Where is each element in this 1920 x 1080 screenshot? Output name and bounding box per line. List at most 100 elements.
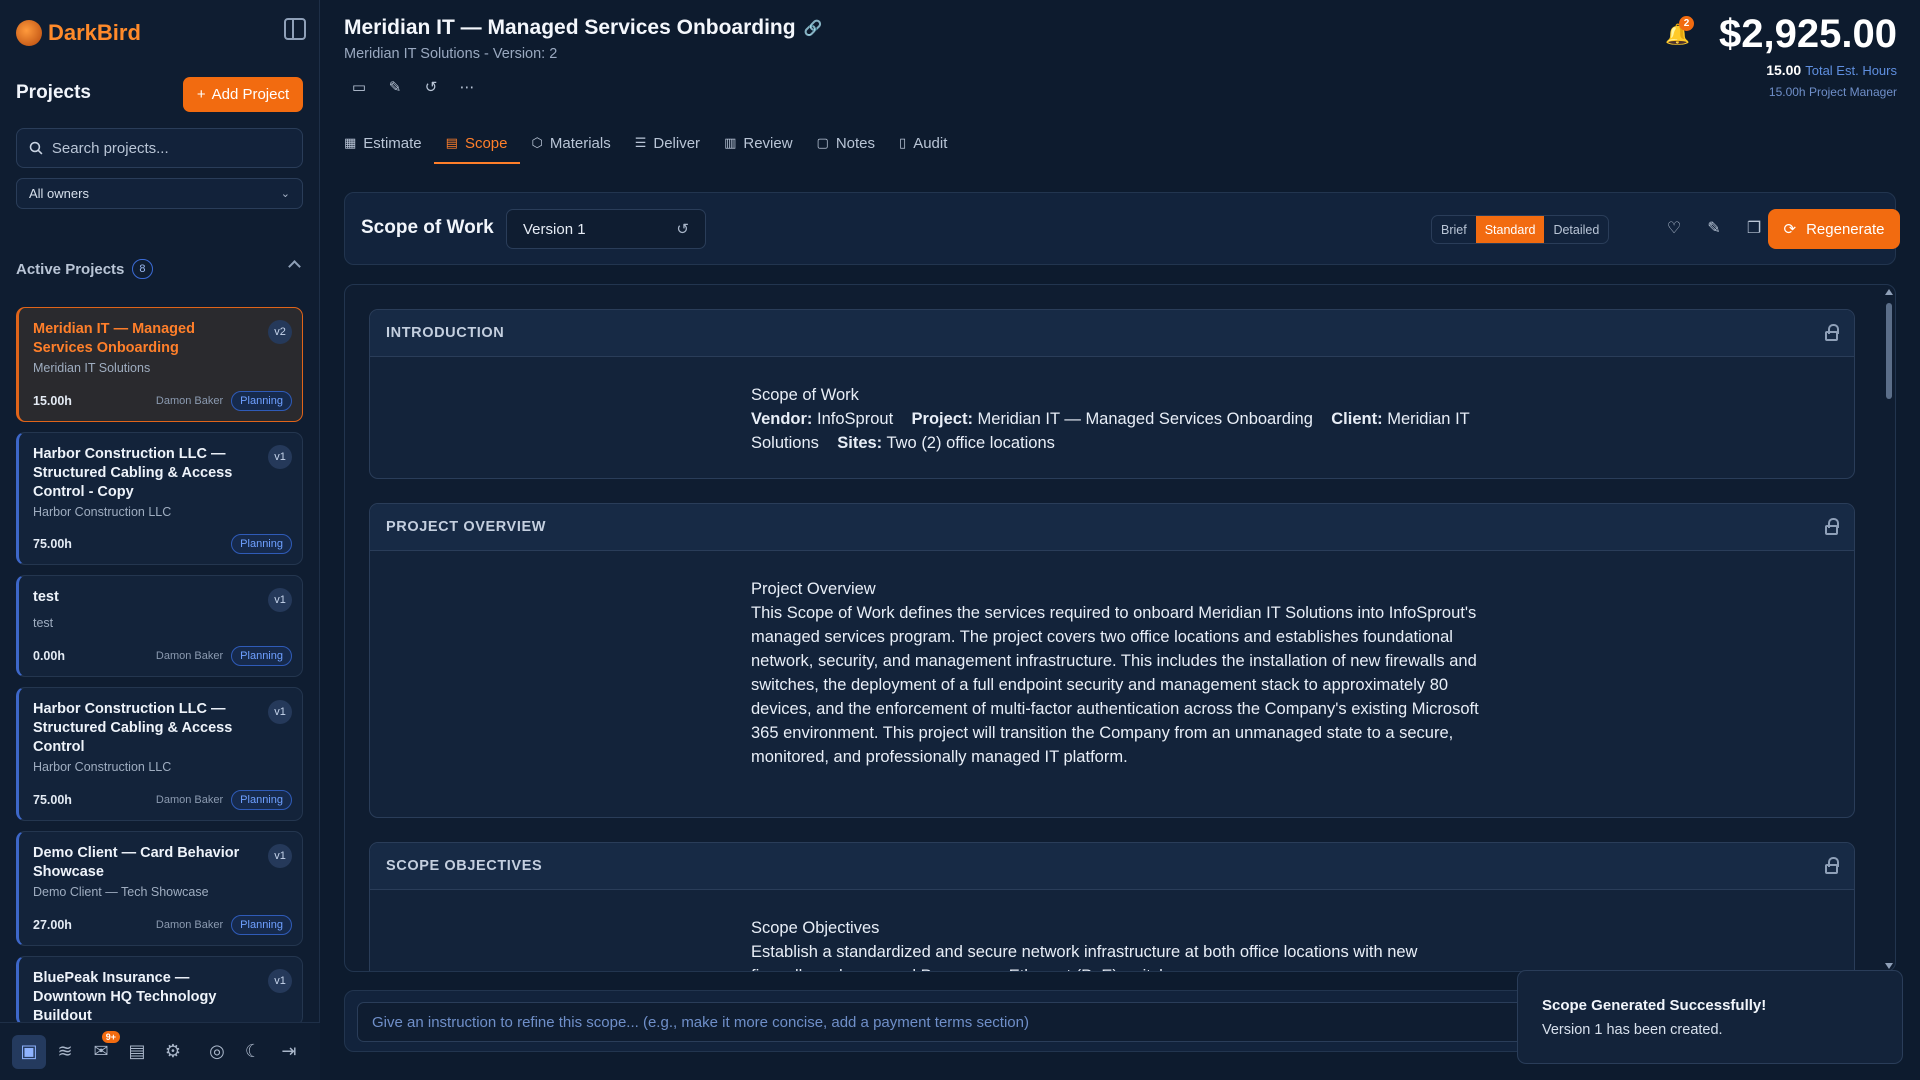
project-card[interactable]: Harbor Construction LLC — Structured Cab… [16,687,303,821]
tab-label: Estimate [363,134,422,152]
scroll-down-arrow-icon[interactable] [1885,963,1893,969]
section-header: INTRODUCTION [370,310,1854,357]
tab-estimate[interactable]: ▦ Estimate [332,124,434,164]
history-icon[interactable]: ↺ [422,78,440,96]
scrollbar[interactable] [1885,289,1893,969]
tab-label: Materials [549,134,611,152]
version-badge: v1 [268,700,292,724]
active-projects-header[interactable]: Active Projects 8 [16,258,303,280]
project-card-client: Demo Client — Tech Showcase [33,885,209,899]
analytics-icon[interactable]: ▤ [120,1035,154,1069]
lock-icon[interactable] [1825,324,1839,341]
notification-count: 2 [1679,16,1694,31]
edit-icon[interactable]: ✎ [1703,217,1725,239]
version-select[interactable]: Version 1 ↺ [506,209,706,249]
project-card-footer: 27.00h Damon Baker Planning [33,915,292,935]
checklist-icon: ☰ [634,135,647,150]
total-hours-value: 15.00 [1766,62,1802,78]
project-card-client: Harbor Construction LLC [33,760,172,774]
copy-icon[interactable]: ❐ [1743,217,1765,239]
status-badge: Planning [231,790,292,810]
refine-instruction-input[interactable] [357,1002,1557,1042]
logout-icon[interactable]: ⇥ [272,1035,306,1069]
projects-nav-icon[interactable]: ▣ [12,1034,46,1069]
status-badge: Planning [231,646,292,666]
help-icon[interactable]: ◎ [200,1035,234,1069]
version-badge: v1 [268,969,292,993]
sidebar-footer: ▣ ≋ ✉ 9+ ▤ ⚙ ◎ ☾ ⇥ [0,1022,320,1080]
tab-review[interactable]: ▥ Review [712,124,804,164]
tab-deliver[interactable]: ☰ Deliver [623,124,712,164]
project-card[interactable]: BluePeak Insurance — Downtown HQ Technol… [16,956,303,1026]
lock-icon[interactable] [1825,857,1839,874]
scope-title: Scope of Work [361,217,494,238]
project-card-hours: 27.00h [33,918,72,932]
settings-gear-icon[interactable]: ⚙ [156,1035,190,1069]
inbox-icon[interactable]: ✉ 9+ [84,1030,120,1069]
chevron-down-icon: ⌄ [280,188,290,200]
project-card[interactable]: test test v1 0.00h Damon Baker Planning [16,575,303,677]
detail-detailed-option[interactable]: Detailed [1544,216,1608,243]
section-body: Scope Objectives Establish a standardize… [370,890,1480,971]
scope-content[interactable]: INTRODUCTION Scope of Work Vendor: InfoS… [344,284,1896,972]
tab-audit[interactable]: ▯ Audit [887,124,959,164]
inbox-notification-badge: 9+ [101,1030,120,1043]
brand[interactable]: DarkBird [16,16,141,50]
sidebar-toggle-icon[interactable] [284,18,306,40]
tab-materials[interactable]: ⬡ Materials [520,124,623,164]
project-card-hours: 15.00h [33,394,72,408]
project-card-client: Meridian IT Solutions [33,361,151,375]
project-overview-section: PROJECT OVERVIEW Project Overview This S… [369,503,1855,818]
theme-moon-icon[interactable]: ☾ [236,1035,270,1069]
project-manager-hours: 15.00h Project Manager [1768,85,1897,99]
success-toast[interactable]: Scope Generated Successfully! Version 1 … [1517,970,1903,1064]
detail-brief-option[interactable]: Brief [1432,216,1476,243]
section-heading: Project Overview [751,580,876,598]
more-icon[interactable]: ⋯ [458,78,476,96]
section-heading: Scope Objectives [751,919,880,937]
tab-scope[interactable]: ▤ Scope [433,124,520,164]
add-project-button[interactable]: + Add Project [183,77,303,112]
project-card-owner: Damon Baker [155,794,224,806]
history-icon[interactable]: ↺ [676,220,689,238]
layers-icon[interactable]: ≋ [48,1035,82,1069]
search-icon [29,141,43,155]
version-badge: v1 [268,844,292,868]
favorite-heart-icon[interactable]: ♡ [1663,217,1685,239]
project-card-client: test [33,616,54,630]
owner-filter-select[interactable]: All owners ⌄ [16,178,303,209]
project-card[interactable]: Harbor Construction LLC — Structured Cab… [16,432,303,565]
project-card-footer: 75.00h Planning [33,534,292,554]
scrollbar-thumb[interactable] [1886,303,1892,399]
scroll-up-arrow-icon[interactable] [1885,289,1893,295]
project-card-title: Demo Client — Card Behavior Showcase [33,845,240,880]
page-title: Meridian IT — Managed Services Onboardin… [344,16,822,40]
sites-value: Two (2) office locations [886,434,1055,452]
section-text: This Scope of Work defines the services … [751,604,1479,766]
sites-label: Sites: [837,434,883,452]
section-title: SCOPE OBJECTIVES [386,858,543,874]
section-heading: Scope of Work [751,386,859,404]
link-icon[interactable]: 🔗 [804,19,823,37]
edit-icon[interactable]: ✎ [386,78,404,96]
project-card-hours: 0.00h [33,649,65,663]
search-input[interactable] [51,139,290,157]
lock-icon[interactable] [1825,518,1839,535]
project-card[interactable]: Meridian IT — Managed Services Onboardin… [16,307,303,422]
detail-standard-option[interactable]: Standard [1475,216,1545,243]
project-label: Project: [911,410,973,428]
save-icon[interactable]: ▭ [350,78,368,96]
bar-chart-icon: ▥ [724,135,737,150]
toast-message: Version 1 has been created. [1542,1022,1723,1038]
main-content: Meridian IT — Managed Services Onboardin… [320,0,1920,1080]
introduction-section: INTRODUCTION Scope of Work Vendor: InfoS… [369,309,1855,479]
project-card-hours: 75.00h [33,793,72,807]
plus-icon: + [196,86,206,103]
title-actions: ▭ ✎ ↺ ⋯ [350,78,476,96]
toast-title: Scope Generated Successfully! [1542,997,1767,1014]
project-card[interactable]: Demo Client — Card Behavior Showcase Dem… [16,831,303,946]
project-card-footer: 15.00h Damon Baker Planning [33,391,292,411]
chevron-up-icon[interactable] [288,260,301,273]
regenerate-button[interactable]: ⟳ Regenerate [1768,209,1900,249]
tab-notes[interactable]: ▢ Notes [805,124,887,164]
